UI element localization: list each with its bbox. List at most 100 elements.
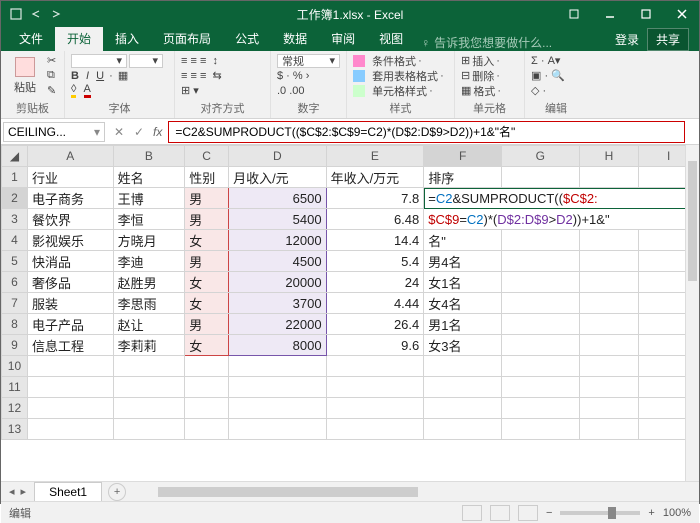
group-clipboard: 剪贴板	[7, 98, 58, 116]
share-button[interactable]: 共享	[647, 28, 689, 51]
cell-style-icon	[353, 85, 365, 97]
table-row[interactable]: 11	[2, 377, 699, 398]
name-box[interactable]: CEILING...▾	[3, 122, 105, 142]
fx-icon[interactable]: fx	[153, 125, 168, 139]
select-all[interactable]: ◢	[2, 146, 28, 167]
cut-icon[interactable]: ✂	[47, 54, 56, 68]
signin-link[interactable]: 登录	[615, 31, 639, 48]
tab-layout[interactable]: 页面布局	[151, 26, 223, 51]
fill-icon[interactable]: ▣ · 🔍	[531, 69, 565, 83]
quick-access-toolbar	[1, 7, 63, 21]
table-icon	[353, 70, 365, 82]
autosum-icon[interactable]: Σ · A▾	[531, 54, 565, 68]
table-format-button[interactable]: 套用表格格式 ·	[353, 69, 444, 83]
status-bar: 编辑 − + 100%	[1, 501, 699, 523]
size-combo[interactable]: ▾	[129, 54, 163, 68]
formula-bar[interactable]: =C2&SUMPRODUCT(($C$2:$C$9=C2)*(D$2:D$9>D…	[168, 121, 685, 143]
table-row[interactable]: 12	[2, 398, 699, 419]
vertical-scrollbar[interactable]	[685, 145, 699, 481]
align-left[interactable]: ≡ ≡ ≡ ⇆	[181, 69, 222, 83]
table-row[interactable]: 6奢侈品赵胜男女2000024女1名	[2, 272, 699, 293]
zoom-slider[interactable]	[560, 511, 640, 515]
fill-color-icon[interactable]: ◊	[71, 83, 76, 98]
group-editing: 编辑	[531, 98, 581, 116]
cell-style-button[interactable]: 单元格样式 ·	[353, 84, 444, 98]
group-cells: 单元格	[461, 98, 518, 116]
horizontal-scrollbar[interactable]	[146, 485, 685, 499]
minimize-icon[interactable]	[593, 1, 627, 27]
bold-icon[interactable]: B	[71, 70, 79, 82]
cond-format-icon	[353, 55, 365, 67]
table-row[interactable]: 2 电子商务王博男65007.8 =C2&SUMPRODUCT(($C$2:	[2, 188, 699, 209]
format-cells-button[interactable]: ▦ 格式 ·	[461, 84, 501, 98]
page-layout-view-icon[interactable]	[490, 505, 510, 521]
table-row[interactable]: 13	[2, 419, 699, 440]
ribbon-tabs: 文件 开始 插入 页面布局 公式 数据 审阅 视图 ♀告诉我您想要做什么... …	[1, 27, 699, 51]
number-format-combo[interactable]: 常规▾	[277, 54, 340, 68]
tab-nav-prev-icon[interactable]: ◂	[9, 485, 15, 498]
sheet-tab[interactable]: Sheet1	[34, 482, 102, 501]
ribbon: 粘贴 ✂⧉✎ 剪贴板 ▾▾ B I U · ▦ ◊ A 字体 ≡ ≡ ≡ ↕ ≡…	[1, 51, 699, 119]
underline-icon[interactable]: U	[96, 70, 104, 82]
align-top[interactable]: ≡ ≡ ≡ ↕	[181, 54, 222, 68]
table-row[interactable]: 3 餐饮界李恒男54006.48 $C$9=C2)*(D$2:D$9>D2))+…	[2, 209, 699, 230]
formula-bar-row: CEILING...▾ ✕ ✓ fx =C2&SUMPRODUCT(($C$2:…	[1, 119, 699, 145]
mode-indicator: 编辑	[9, 505, 31, 521]
tab-view[interactable]: 视图	[367, 26, 415, 51]
font-combo[interactable]: ▾	[71, 54, 127, 68]
col-headers[interactable]: ◢ ABCDEFGHI	[2, 146, 699, 167]
decimal-icons[interactable]: .0 .00	[277, 84, 340, 98]
table-row[interactable]: 9信息工程李莉莉女80009.6女3名	[2, 335, 699, 356]
window-title: 工作簿1.xlsx - Excel	[297, 6, 404, 23]
close-icon[interactable]	[665, 1, 699, 27]
page-break-view-icon[interactable]	[518, 505, 538, 521]
table-row[interactable]: 7服装李思雨女37004.44女4名	[2, 293, 699, 314]
tab-insert[interactable]: 插入	[103, 26, 151, 51]
undo-icon[interactable]	[29, 7, 43, 21]
sheet-tabs-row: ◂ ▸ Sheet1 +	[1, 481, 699, 501]
table-row[interactable]: 8电子产品赵让男2200026.4男1名	[2, 314, 699, 335]
format-painter-icon[interactable]: ✎	[47, 84, 56, 98]
group-font: 字体	[71, 98, 168, 116]
table-row[interactable]: 1 行业姓名性别月收入/元年收入/万元排序	[2, 167, 699, 188]
italic-icon[interactable]: I	[86, 70, 89, 82]
tell-me[interactable]: ♀告诉我您想要做什么...	[421, 34, 552, 51]
worksheet-grid[interactable]: ◢ ABCDEFGHI 1 行业姓名性别月收入/元年收入/万元排序 2 电子商务…	[1, 145, 699, 481]
border-icon[interactable]: ▦	[118, 69, 128, 82]
tab-review[interactable]: 审阅	[319, 26, 367, 51]
add-sheet-button[interactable]: +	[108, 483, 126, 501]
title-bar: 工作簿1.xlsx - Excel	[1, 1, 699, 27]
active-cell: =C2&SUMPRODUCT(($C$2:	[424, 188, 699, 209]
tab-file[interactable]: 文件	[7, 26, 55, 51]
insert-cells-button[interactable]: ⊞ 插入 ·	[461, 54, 501, 68]
maximize-icon[interactable]	[629, 1, 663, 27]
merge-button[interactable]: ⊞ ▾	[181, 84, 222, 98]
clear-icon[interactable]: ◇ ·	[531, 84, 565, 98]
table-row[interactable]: 10	[2, 356, 699, 377]
table-row[interactable]: 4影视娱乐方晓月女1200014.4名"	[2, 230, 699, 251]
table-row[interactable]: 5快消品李迪男45005.4男4名	[2, 251, 699, 272]
delete-cells-button[interactable]: ⊟ 删除 ·	[461, 69, 501, 83]
tab-data[interactable]: 数据	[271, 26, 319, 51]
copy-icon[interactable]: ⧉	[47, 69, 56, 83]
group-number: 数字	[277, 98, 340, 116]
zoom-in-icon[interactable]: +	[648, 507, 654, 519]
group-align: 对齐方式	[181, 98, 264, 116]
zoom-out-icon[interactable]: −	[546, 507, 552, 519]
save-icon[interactable]	[9, 7, 23, 21]
font-color-icon[interactable]: A	[84, 83, 91, 98]
tab-nav-next-icon[interactable]: ▸	[21, 485, 27, 498]
ribbon-options-icon[interactable]	[557, 1, 591, 27]
currency-icon[interactable]: $ · % ›	[277, 69, 340, 83]
normal-view-icon[interactable]	[462, 505, 482, 521]
cond-format-button[interactable]: 条件格式 ·	[353, 54, 444, 68]
tab-formulas[interactable]: 公式	[223, 26, 271, 51]
tab-home[interactable]: 开始	[55, 26, 103, 51]
redo-icon[interactable]	[49, 7, 63, 21]
enter-icon[interactable]: ✓	[131, 125, 147, 139]
paste-icon	[15, 57, 35, 77]
cancel-icon[interactable]: ✕	[111, 125, 127, 139]
zoom-level[interactable]: 100%	[663, 507, 691, 519]
bulb-icon: ♀	[421, 36, 430, 50]
paste-button[interactable]: 粘贴	[7, 54, 43, 98]
